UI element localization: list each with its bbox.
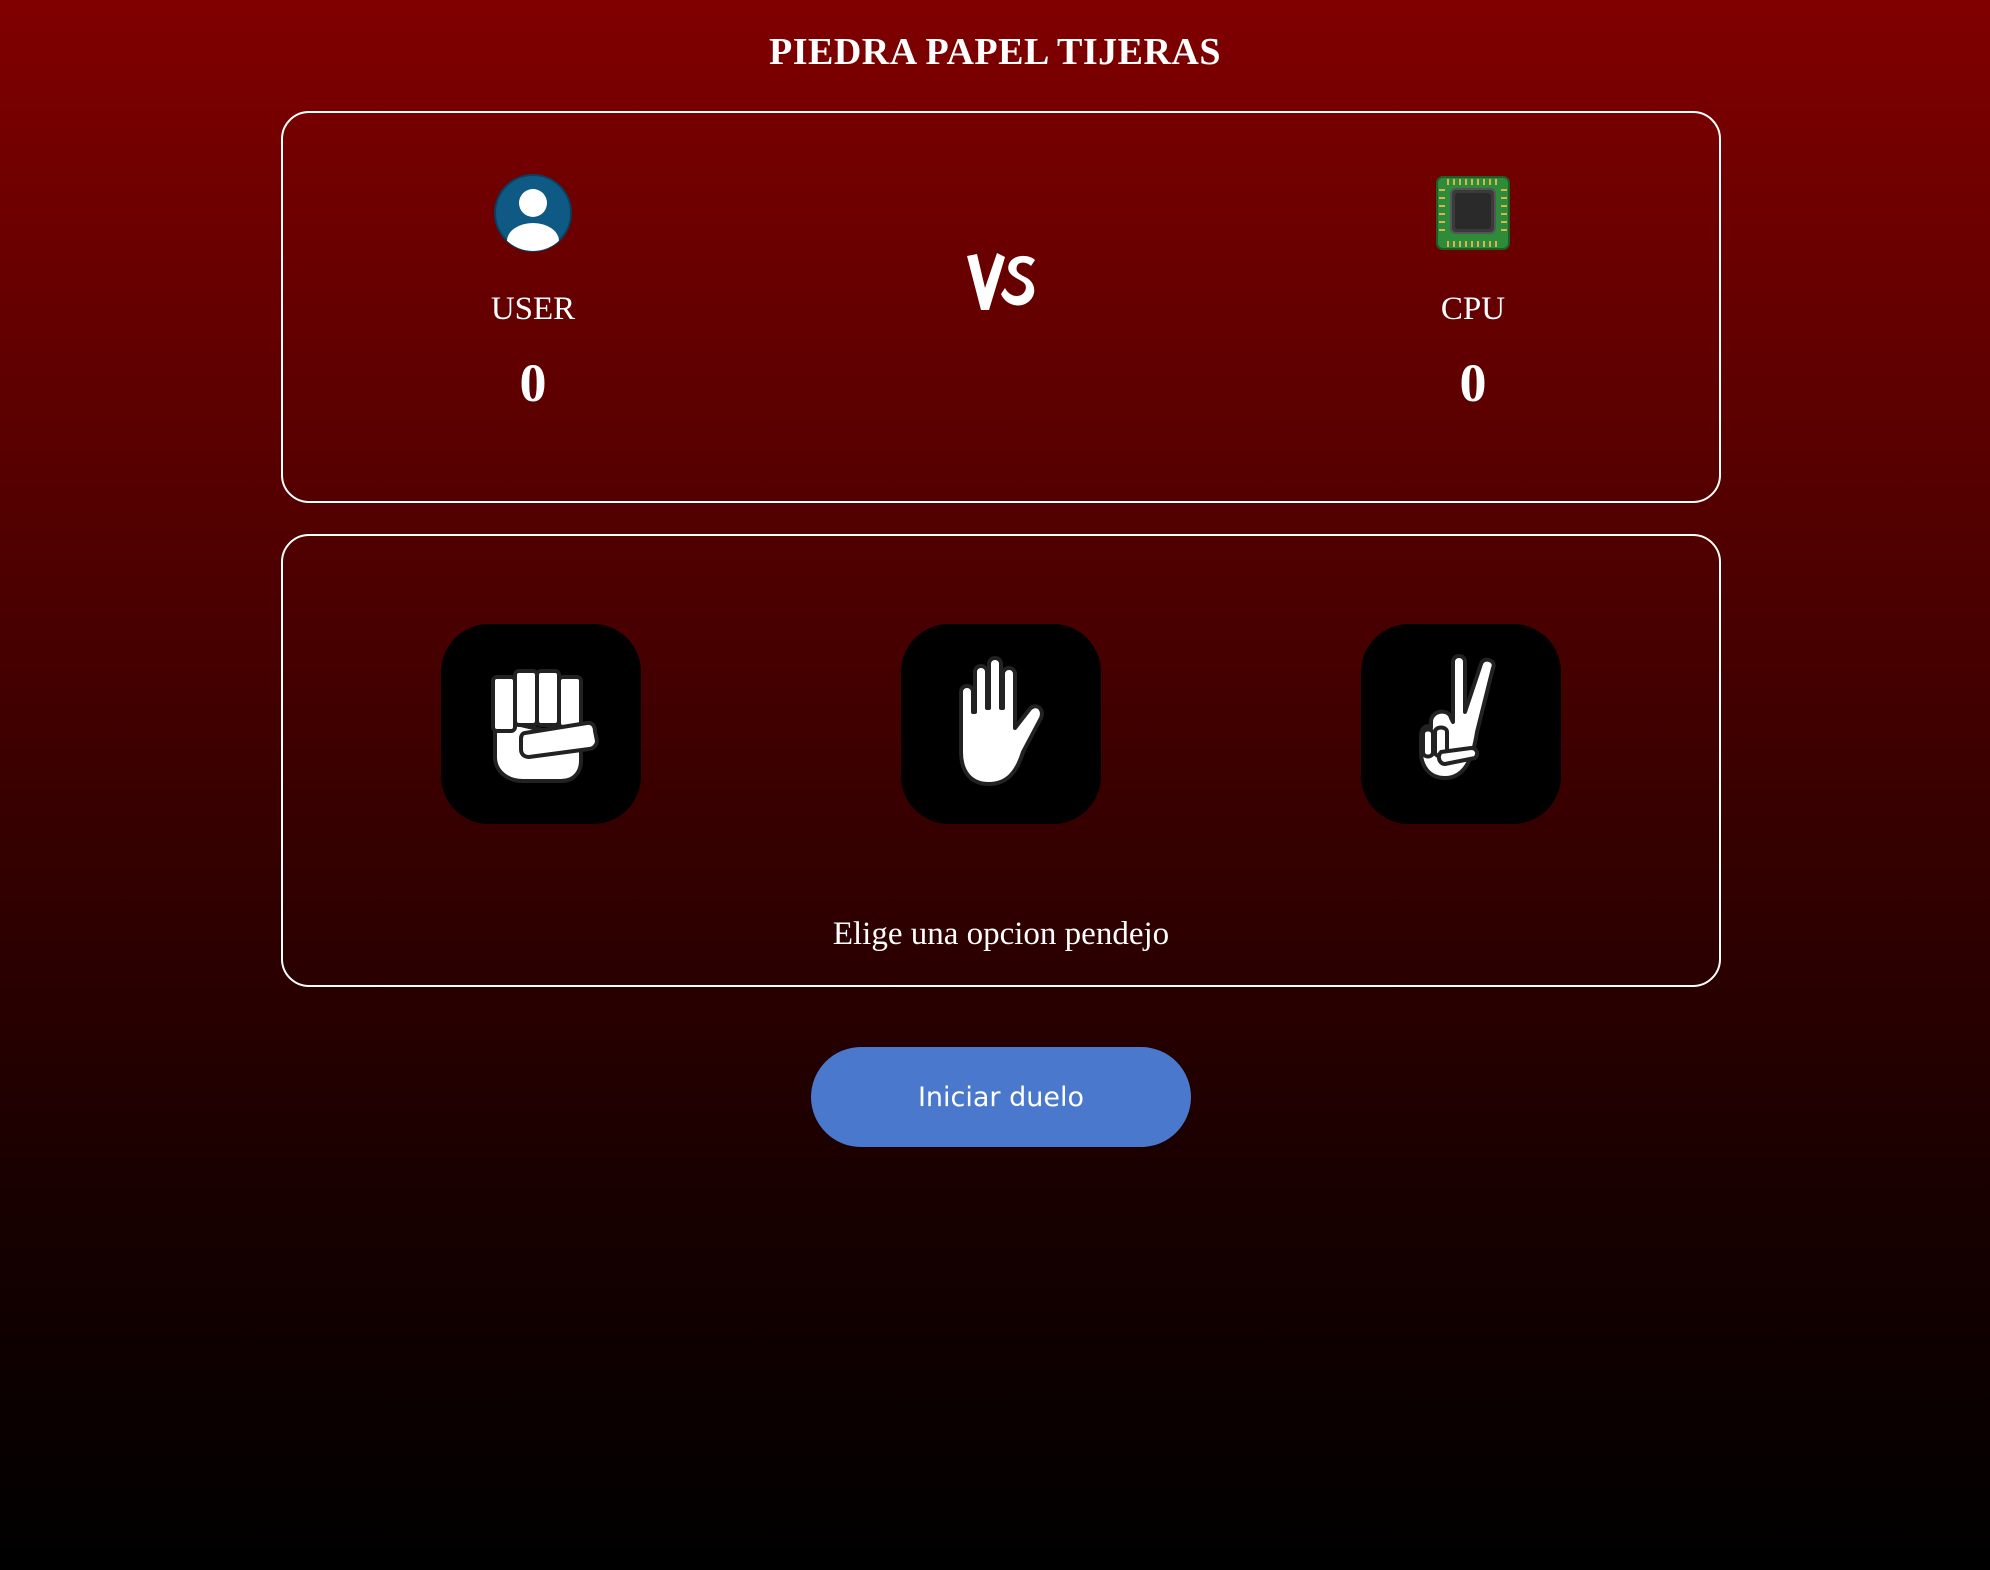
cpu-name-label: CPU — [1440, 291, 1506, 327]
user-player: USER 0 — [433, 173, 633, 414]
page-title: PIEDRA PAPEL TIJERAS — [768, 31, 1222, 73]
scissors-button[interactable] — [1361, 624, 1561, 824]
fist-icon — [481, 657, 601, 792]
start-duel-button[interactable]: Iniciar duelo — [811, 1047, 1191, 1147]
prompt-text: Elige una opcion pendejo — [832, 916, 1170, 952]
vs-icon — [963, 248, 1043, 318]
user-avatar-icon — [493, 173, 573, 253]
choices-panel: Elige una opcion pendejo — [281, 534, 1721, 987]
paper-button[interactable] — [901, 624, 1101, 824]
cpu-player: CPU 0 — [1373, 173, 1573, 414]
cpu-score: 0 — [1459, 353, 1487, 413]
open-hand-icon — [941, 652, 1061, 797]
rock-button[interactable] — [441, 624, 641, 824]
cpu-chip-icon — [1433, 173, 1513, 253]
scoreboard-panel: USER 0 CPU 0 — [281, 111, 1721, 503]
user-score: 0 — [519, 353, 547, 413]
peace-hand-icon — [1401, 652, 1521, 797]
user-name-label: USER — [490, 291, 576, 327]
